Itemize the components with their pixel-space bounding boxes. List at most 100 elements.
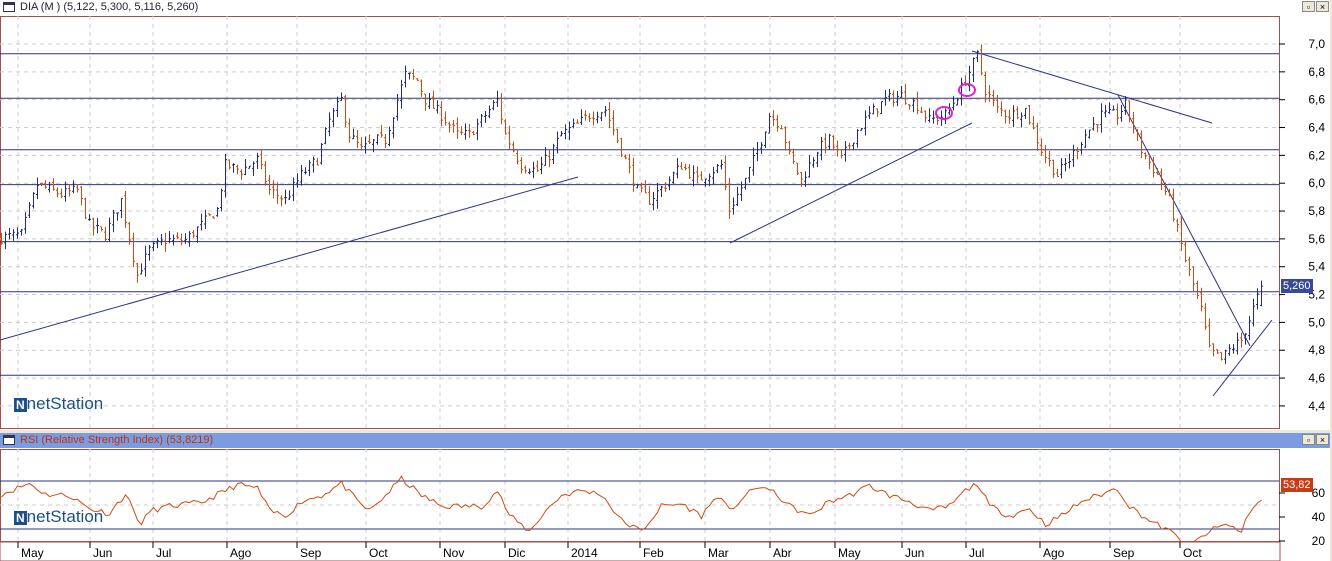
ohlc-bar xyxy=(768,113,771,134)
x-tick-label: Dic xyxy=(508,546,525,560)
ohlc-bar xyxy=(276,182,279,204)
ohlc-bar xyxy=(644,180,647,194)
ohlc-bar xyxy=(528,168,531,175)
ohlc-bar xyxy=(1064,157,1067,172)
ohlc-bar xyxy=(812,157,815,168)
ohlc-bar xyxy=(316,157,319,166)
price-panel: DIA (M ) (5,122, 5,300, 5,116, 5,260) ▫ … xyxy=(0,0,1330,430)
ohlc-bar xyxy=(860,127,863,131)
x-tick-label: 2014 xyxy=(571,546,598,560)
ohlc-bar xyxy=(680,162,683,170)
ohlc-bar xyxy=(296,173,299,188)
ohlc-bar xyxy=(136,262,139,283)
ohlc-bar xyxy=(72,180,75,194)
x-tick-label: Ago xyxy=(1043,546,1065,560)
ohlc-bar xyxy=(1068,153,1071,169)
ohlc-bar xyxy=(1020,112,1023,128)
ohlc-bar xyxy=(1200,287,1203,312)
ohlc-bar xyxy=(1192,266,1195,292)
ohlc-bar xyxy=(1204,303,1207,330)
price-panel-title: DIA (M ) (5,122, 5,300, 5,116, 5,260) xyxy=(20,1,199,13)
ohlc-bar xyxy=(1108,102,1111,114)
ohlc-bar xyxy=(204,209,207,230)
ohlc-bar xyxy=(700,171,703,181)
close-button[interactable]: × xyxy=(1316,434,1329,445)
ohlc-bar xyxy=(212,216,215,219)
ohlc-bar xyxy=(1252,298,1255,327)
ohlc-bar xyxy=(524,165,527,174)
x-tick-label: Mar xyxy=(708,546,729,560)
ohlc-bar xyxy=(96,218,99,234)
ohlc-bar xyxy=(1016,106,1019,120)
ohlc-bar xyxy=(760,141,763,155)
ohlc-bar xyxy=(148,244,151,261)
ohlc-bar xyxy=(288,190,291,200)
ohlc-bar xyxy=(464,123,467,140)
ohlc-bar xyxy=(172,234,175,246)
x-tick-label: Jul xyxy=(156,546,171,560)
ohlc-bar xyxy=(492,100,495,111)
ohlc-bar xyxy=(1000,101,1003,117)
ohlc-bar xyxy=(480,114,483,127)
ohlc-bar xyxy=(632,157,635,192)
ohlc-bar xyxy=(476,118,479,141)
ohlc-bar xyxy=(564,124,567,140)
ohlc-bar xyxy=(1176,218,1179,232)
ohlc-bar xyxy=(584,110,587,121)
close-button[interactable]: × xyxy=(1316,1,1329,12)
y-tick-label: 6,6 xyxy=(1308,93,1325,107)
ohlc-bar xyxy=(180,233,183,246)
ohlc-bar xyxy=(780,125,783,130)
ohlc-bar xyxy=(904,83,907,105)
ohlc-bar xyxy=(1120,104,1123,122)
ohlc-bar xyxy=(836,140,839,157)
netstation-logo: NnetStation xyxy=(14,394,104,413)
ohlc-bar xyxy=(1052,159,1055,179)
ohlc-bar xyxy=(1228,344,1231,356)
ohlc-bar xyxy=(328,112,331,137)
ohlc-bar xyxy=(844,140,847,162)
ohlc-bar xyxy=(1116,103,1119,126)
ohlc-bar xyxy=(1100,103,1103,133)
ohlc-bar xyxy=(484,110,487,123)
x-tick-label: May xyxy=(21,546,44,560)
ohlc-bar xyxy=(36,177,39,200)
ohlc-bar xyxy=(368,134,371,144)
rsi-chart[interactable]: 60 40 20 May Jun Jul Ago Sep Oct Nov Dic 2014 Feb Mar… xyxy=(0,449,1330,561)
ohlc-bar xyxy=(576,119,579,124)
ohlc-bar xyxy=(880,101,883,115)
ohlc-bar xyxy=(960,77,963,106)
ohlc-bar xyxy=(308,159,311,177)
ohlc-bar xyxy=(160,234,163,246)
ohlc-bar xyxy=(4,231,7,250)
ohlc-bar xyxy=(304,167,307,175)
x-tick-label: Nov xyxy=(443,546,464,560)
ohlc-bar xyxy=(456,117,459,140)
ohlc-bar xyxy=(292,177,295,202)
ohlc-bar xyxy=(1220,351,1223,361)
maximize-button[interactable]: ▫ xyxy=(1302,434,1315,445)
ohlc-bar xyxy=(1060,158,1063,179)
ohlc-bar xyxy=(916,91,919,115)
x-tick-label: Jun xyxy=(93,546,112,560)
maximize-button[interactable]: ▫ xyxy=(1302,1,1315,12)
ohlc-bar xyxy=(516,149,519,165)
ohlc-bar xyxy=(732,197,735,215)
trend-line xyxy=(729,122,973,244)
ohlc-bar xyxy=(20,228,23,236)
ohlc-bar xyxy=(360,137,363,151)
ohlc-bar xyxy=(748,166,751,183)
ohlc-bar xyxy=(60,188,63,199)
price-chart[interactable]: 7,06,86,66,46,26,05,85,65,45,25,04,84,64… xyxy=(0,16,1330,430)
y-tick-label: 20 xyxy=(1312,534,1326,548)
rsi-panel-header: RSI (Relative Strength Index) (53,8219) … xyxy=(0,433,1330,448)
rsi-line xyxy=(1,475,1262,544)
ohlc-bar xyxy=(420,79,423,97)
ohlc-bar xyxy=(520,157,523,174)
ohlc-bar xyxy=(1036,122,1039,151)
y-tick-label: 5,6 xyxy=(1308,232,1325,246)
ohlc-bar xyxy=(108,217,111,242)
y-tick-label: 6,0 xyxy=(1308,176,1325,190)
ohlc-bar xyxy=(720,159,723,170)
ohlc-bar xyxy=(424,93,427,111)
